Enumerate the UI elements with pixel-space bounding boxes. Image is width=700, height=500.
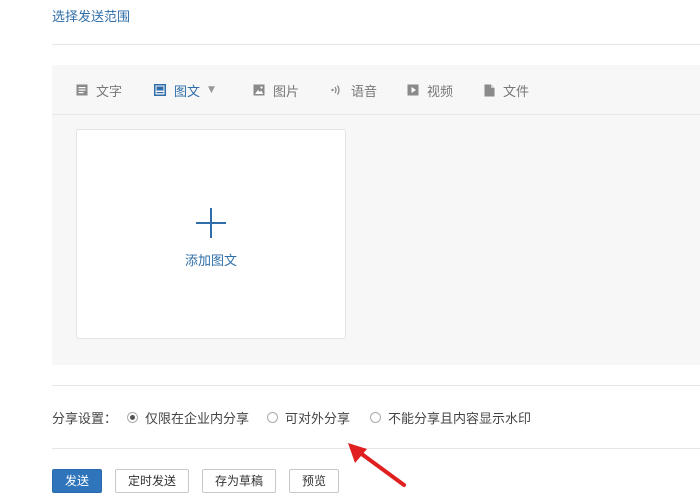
image-text-icon [154, 84, 166, 96]
header-divider [52, 44, 700, 45]
action-bar: 发送 定时发送 存为草稿 预览 [52, 469, 352, 493]
tab-video[interactable]: 视频 [407, 81, 454, 100]
no-share-watermark-radio[interactable]: 不能分享且内容显示水印 [370, 408, 531, 427]
select-send-scope-link[interactable]: 选择发送范围 [52, 6, 130, 25]
preview-button[interactable]: 预览 [289, 469, 340, 493]
tab-image-text[interactable]: 图文 ▼ [154, 81, 215, 100]
add-image-text-card[interactable]: 添加图文 [76, 129, 346, 339]
voice-icon [330, 84, 343, 96]
tab-file[interactable]: 文件 [484, 81, 530, 100]
plus-icon [195, 207, 227, 243]
share-settings-label: 分享设置： [52, 411, 118, 427]
radio-selected-icon [127, 411, 139, 423]
message-editor: 文字 图文 ▼ 图片 语音 视频 文件 添加图文 [52, 65, 700, 365]
share-external-radio[interactable]: 可对外分享 [267, 408, 350, 427]
tab-image-label: 图片 [273, 84, 300, 100]
radio-unselected-icon [267, 411, 279, 423]
share-divider [52, 385, 700, 386]
tab-image[interactable]: 图片 [253, 81, 300, 100]
text-icon [76, 84, 88, 96]
chevron-down-icon[interactable]: ▼ [208, 85, 215, 95]
tab-file-label: 文件 [503, 84, 530, 100]
tab-voice[interactable]: 语音 [330, 81, 378, 100]
tab-image-text-label: 图文 [174, 84, 201, 100]
radio-unselected-icon [370, 411, 382, 423]
tab-video-label: 视频 [427, 84, 454, 100]
add-image-text-label: 添加图文 [184, 254, 237, 269]
save-draft-button[interactable]: 存为草稿 [202, 469, 277, 493]
image-icon [253, 84, 265, 96]
tab-text[interactable]: 文字 [76, 81, 123, 100]
annotation-arrow-icon [348, 443, 406, 487]
share-option-label: 仅限在企业内分享 [145, 411, 250, 427]
tab-voice-label: 语音 [351, 84, 378, 100]
share-option-label: 可对外分享 [285, 411, 351, 427]
tab-text-label: 文字 [96, 84, 123, 100]
content-type-tabs: 文字 图文 ▼ 图片 语音 视频 文件 [52, 65, 700, 115]
schedule-send-button[interactable]: 定时发送 [115, 469, 190, 493]
share-internal-only-radio[interactable]: 仅限在企业内分享 [127, 408, 249, 427]
send-button[interactable]: 发送 [52, 469, 103, 493]
share-settings: 分享设置： 仅限在企业内分享 可对外分享 不能分享且内容显示水印 [52, 408, 531, 427]
file-icon [484, 84, 495, 97]
video-icon [407, 84, 419, 96]
share-option-label: 不能分享且内容显示水印 [388, 411, 532, 427]
